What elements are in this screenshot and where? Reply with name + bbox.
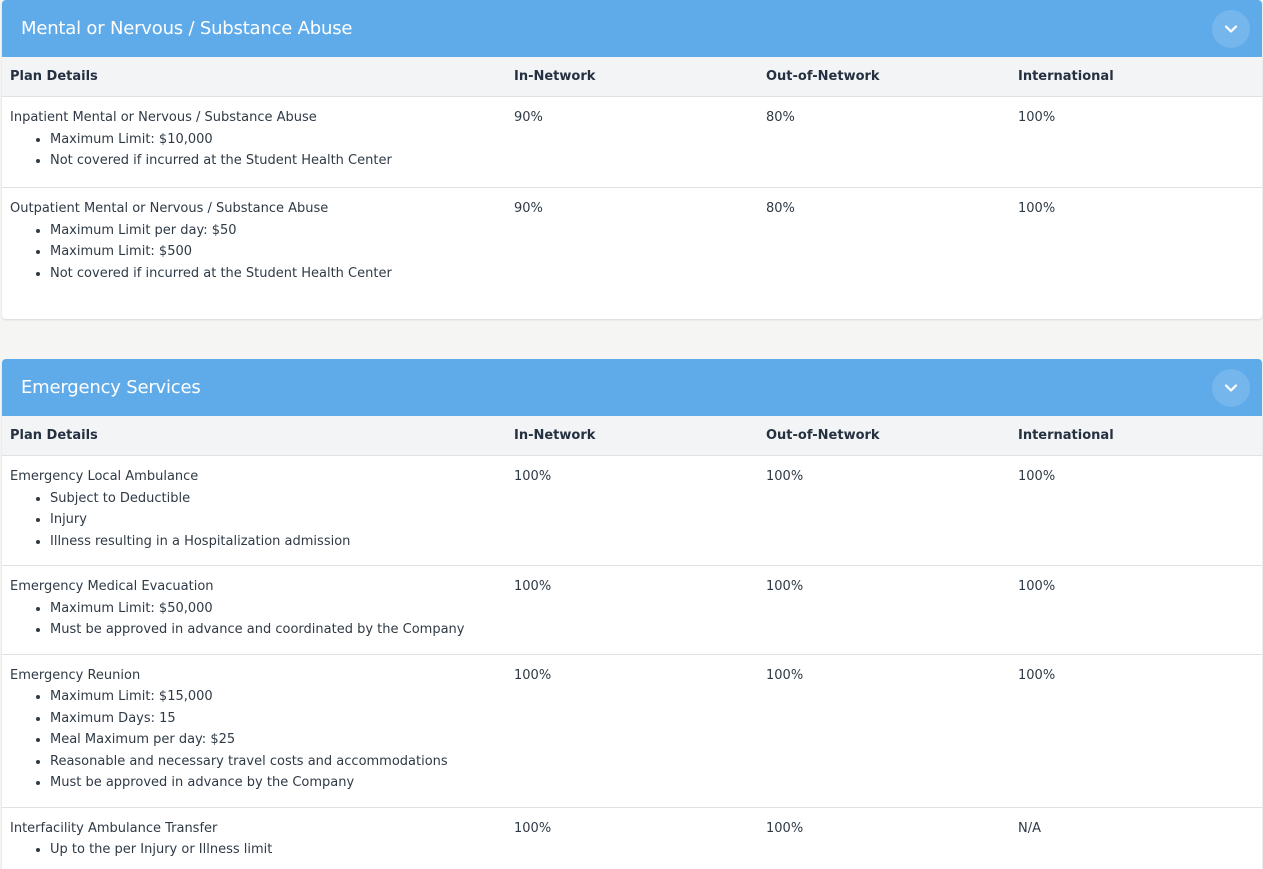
benefit-name: Emergency Reunion <box>10 667 141 683</box>
detail-item: Reasonable and necessary travel costs an… <box>50 751 506 773</box>
international-value: 100% <box>1010 565 1262 655</box>
detail-item: Maximum Limit: $500 <box>50 241 506 263</box>
plan-detail-cell: Interfacility Ambulance Transfer Up to t… <box>2 807 506 869</box>
international-value: 100% <box>1010 654 1262 808</box>
detail-list: Up to the per Injury or Illness limit <box>10 839 506 861</box>
section-title: Mental or Nervous / Substance Abuse <box>21 18 353 39</box>
table-row: Inpatient Mental or Nervous / Substance … <box>2 96 1262 188</box>
table-row: Emergency Local Ambulance Subject to Ded… <box>2 455 1262 566</box>
detail-item: Up to the per Injury or Illness limit <box>50 839 506 861</box>
section-emergency-services: Emergency Services Plan Details In-Netwo… <box>2 359 1262 869</box>
benefit-name: Inpatient Mental or Nervous / Substance … <box>10 110 317 125</box>
chevron-down-icon <box>1224 24 1238 33</box>
detail-item: Not covered if incurred at the Student H… <box>50 263 506 285</box>
table-header-row: Plan Details In-Network Out-of-Network I… <box>2 416 1262 456</box>
column-header-out-of-network: Out-of-Network <box>758 416 1010 456</box>
detail-item: Illness resulting in a Hospitalization a… <box>50 531 506 553</box>
detail-list: Maximum Limit per day: $50 Maximum Limit… <box>10 220 506 285</box>
table-header-row: Plan Details In-Network Out-of-Network I… <box>2 57 1262 97</box>
detail-item: Maximum Limit: $15,000 <box>50 686 506 708</box>
in-network-value: 100% <box>506 455 758 566</box>
out-of-network-value: 100% <box>758 565 1010 655</box>
plan-detail-cell: Emergency Medical Evacuation Maximum Lim… <box>2 565 506 655</box>
column-header-international: International <box>1010 416 1262 456</box>
in-network-value: 100% <box>514 820 552 836</box>
detail-item: Meal Maximum per day: $25 <box>50 729 506 751</box>
detail-list: Maximum Limit: $10,000 Not covered if in… <box>10 129 506 172</box>
international-value: N/A <box>1018 820 1041 836</box>
in-network-value: 100% <box>506 565 758 655</box>
detail-list: Maximum Limit: $15,000 Maximum Days: 15 … <box>10 686 506 794</box>
out-of-network-value: 100% <box>766 820 804 836</box>
benefit-name: Emergency Local Ambulance <box>10 469 199 484</box>
detail-list: Subject to Deductible Injury Illness res… <box>10 488 506 553</box>
detail-item: Must be approved in advance by the Compa… <box>50 772 506 794</box>
international-value: 100% <box>1010 96 1262 188</box>
table-row: Outpatient Mental or Nervous / Substance… <box>2 188 1262 298</box>
detail-item: Not covered if incurred at the Student H… <box>50 150 506 172</box>
table-row: Emergency Reunion Maximum Limit: $15,000… <box>2 654 1262 808</box>
out-of-network-value: 100% <box>758 455 1010 566</box>
column-header-in-network: In-Network <box>506 416 758 456</box>
column-header-international: International <box>1010 57 1262 97</box>
column-header-plan-details: Plan Details <box>2 57 506 97</box>
table-row: Interfacility Ambulance Transfer Up to t… <box>2 807 1262 869</box>
plan-detail-cell: Inpatient Mental or Nervous / Substance … <box>2 96 506 188</box>
benefit-name: Emergency Medical Evacuation <box>10 579 214 594</box>
collapse-button[interactable] <box>1212 9 1250 48</box>
in-network-value: 100% <box>506 654 758 808</box>
out-of-network-value: 80% <box>766 201 795 216</box>
detail-item: Must be approved in advance and coordina… <box>50 619 506 641</box>
out-of-network-value: 100% <box>758 654 1010 808</box>
column-header-plan-details: Plan Details <box>2 416 506 456</box>
in-network-value: 90% <box>514 201 543 216</box>
plan-detail-cell: Outpatient Mental or Nervous / Substance… <box>2 188 506 298</box>
column-header-out-of-network: Out-of-Network <box>758 57 1010 97</box>
international-value: 100% <box>1018 201 1056 216</box>
section-mental-nervous: Mental or Nervous / Substance Abuse Plan… <box>2 0 1262 319</box>
benefits-table: Plan Details In-Network Out-of-Network I… <box>2 416 1262 869</box>
detail-item: Maximum Days: 15 <box>50 708 506 730</box>
international-value: 100% <box>1010 455 1262 566</box>
benefit-name: Outpatient Mental or Nervous / Substance… <box>10 201 329 216</box>
in-network-value: 90% <box>506 96 758 188</box>
benefits-table: Plan Details In-Network Out-of-Network I… <box>2 57 1262 297</box>
section-title: Emergency Services <box>21 377 201 398</box>
chevron-down-icon <box>1224 383 1238 392</box>
detail-list: Maximum Limit: $50,000 Must be approved … <box>10 598 506 641</box>
plan-detail-cell: Emergency Local Ambulance Subject to Ded… <box>2 455 506 566</box>
detail-item: Maximum Limit: $10,000 <box>50 129 506 151</box>
plan-detail-cell: Emergency Reunion Maximum Limit: $15,000… <box>2 654 506 808</box>
detail-item: Maximum Limit: $50,000 <box>50 598 506 620</box>
section-header[interactable]: Mental or Nervous / Substance Abuse <box>2 0 1262 57</box>
page: Mental or Nervous / Substance Abuse Plan… <box>0 0 1263 869</box>
table-row: Emergency Medical Evacuation Maximum Lim… <box>2 565 1262 655</box>
section-header[interactable]: Emergency Services <box>2 359 1262 416</box>
collapse-button[interactable] <box>1212 368 1250 407</box>
out-of-network-value: 80% <box>758 96 1010 188</box>
detail-item: Maximum Limit per day: $50 <box>50 220 506 242</box>
detail-item: Subject to Deductible <box>50 488 506 510</box>
column-header-in-network: In-Network <box>506 57 758 97</box>
detail-item: Injury <box>50 509 506 531</box>
benefit-name: Interfacility Ambulance Transfer <box>10 820 218 836</box>
